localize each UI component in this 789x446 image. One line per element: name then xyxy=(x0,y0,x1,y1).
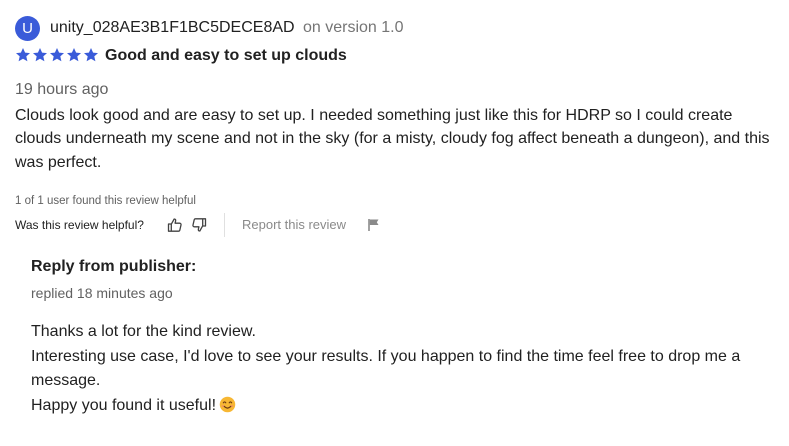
star-icon xyxy=(16,48,30,62)
review-body: Clouds look good and are easy to set up.… xyxy=(15,107,770,171)
star-rating xyxy=(15,47,99,63)
reply-heading: Reply from publisher: xyxy=(31,258,197,275)
star-icon xyxy=(67,48,81,62)
reply-line: Thanks a lot for the kind review. xyxy=(31,323,256,340)
reply-line: Interesting use case, I'd love to see yo… xyxy=(31,347,741,390)
divider xyxy=(224,213,225,237)
thumbs-up-icon[interactable] xyxy=(167,217,183,233)
reply-timestamp: replied 18 minutes ago xyxy=(31,285,173,301)
flag-icon[interactable] xyxy=(367,218,381,232)
review-timestamp: 19 hours ago xyxy=(15,81,109,98)
avatar: U xyxy=(15,16,40,41)
reviewer-username: unity_028AE3B1F1BC5DECE8AD xyxy=(50,19,295,36)
reply-line-text: Happy you found it useful! xyxy=(31,396,217,414)
star-icon xyxy=(33,48,47,62)
star-icon xyxy=(84,48,98,62)
thumbs-down-icon[interactable] xyxy=(191,217,207,233)
review-title: Good and easy to set up clouds xyxy=(105,47,347,64)
reply-line: Happy you found it useful! xyxy=(31,394,771,419)
helpful-question: Was this review helpful? xyxy=(15,218,144,232)
helpful-count: 1 of 1 user found this review helpful xyxy=(15,195,196,207)
star-icon xyxy=(50,48,64,62)
smiling-face-icon xyxy=(219,396,236,412)
reviewer-version: on version 1.0 xyxy=(303,19,404,36)
report-review-link[interactable]: Report this review xyxy=(242,217,346,232)
reply-body: Thanks a lot for the kind review. Intere… xyxy=(31,320,771,418)
